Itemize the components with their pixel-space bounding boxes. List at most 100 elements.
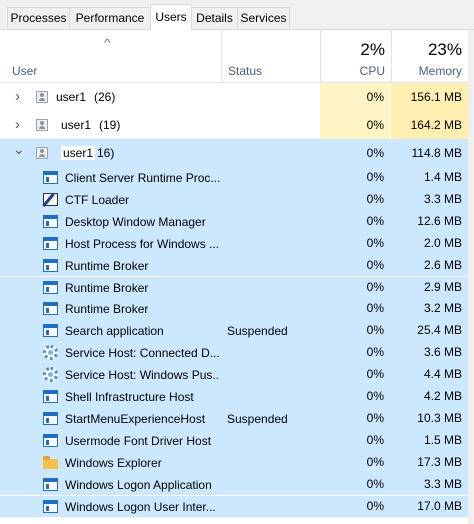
process-row[interactable]: Shell Infrastructure Host 0% 4.2 MB [0, 386, 474, 408]
memory-value: 1.4 MB [423, 170, 462, 184]
memory-value: 164.2 MB [391, 111, 468, 139]
tab-bar: Processes Performance Users Details Serv… [0, 0, 474, 30]
tab-users[interactable]: Users [150, 4, 192, 30]
process-name: Client Server Runtime Proc... [65, 171, 220, 185]
memory-value: 25.4 MB [417, 323, 462, 338]
cpu-value: 0% [366, 235, 384, 250]
cpu-value: 0% [366, 301, 384, 316]
memory-value: 156.1 MB [391, 83, 468, 111]
process-row[interactable]: StartMenuExperienceHost Suspended 0% 10.3 M… [0, 407, 474, 430]
tab-details[interactable]: Details [191, 7, 238, 28]
process-row[interactable]: Desktop Window Manager 0% 12.6 MB [0, 210, 474, 233]
memory-total-percent: 23% [427, 40, 462, 59]
process-name: Windows Logon User Inter... [65, 499, 216, 514]
user-row[interactable]: › user1 (26) 0% 156.1 MB [0, 83, 474, 111]
window-icon [43, 324, 58, 338]
user-column-label: User [12, 64, 38, 78]
process-status: Suspended [227, 324, 288, 339]
cpu-value: 0% [366, 213, 384, 228]
status-column-header[interactable]: Status [222, 30, 320, 82]
vertical-scrollbar[interactable] [468, 30, 474, 524]
user-icon [36, 119, 48, 131]
process-row[interactable]: Service Host: Windows Pus... 0% 4.4 MB [0, 364, 474, 386]
tab-processes[interactable]: Processes [7, 7, 70, 28]
window-icon [43, 171, 58, 184]
cpu-value: 0% [366, 498, 384, 513]
user-name: user1 [56, 90, 87, 104]
user-icon [36, 147, 48, 159]
process-name: Windows Logon Application [65, 477, 212, 492]
cpu-value: 0% [366, 454, 384, 469]
tab-services[interactable]: Services [237, 7, 290, 28]
user-row[interactable]: ⌄ user1 16) 0% 114.8 MB [0, 139, 474, 167]
memory-value: 114.8 MB [391, 139, 468, 167]
cpu-total-percent: 2% [360, 40, 385, 59]
memory-value: 17.0 MB [417, 498, 462, 513]
process-name: Windows Explorer [65, 455, 162, 470]
window-icon [43, 280, 58, 294]
process-row[interactable]: Runtime Broker 0% 2.9 MB [0, 276, 474, 299]
status-column-label: Status [228, 64, 263, 78]
memory-value: 3.2 MB [423, 301, 462, 316]
process-name: Service Host: Connected D... [65, 346, 220, 361]
process-row[interactable]: Windows Logon User Inter... 0% 17.0 MB [0, 495, 474, 518]
process-row[interactable]: Host Process for Windows ... 0% 2.0 MB [0, 232, 474, 255]
memory-value: 1.5 MB [423, 432, 462, 447]
memory-value: 12.6 MB [417, 213, 462, 228]
folder-icon [43, 455, 58, 469]
cpu-column-header[interactable]: 2% CPU [321, 30, 391, 82]
process-row[interactable]: CTF Loader 0% 3.3 MB [0, 188, 474, 211]
user-column-header[interactable]: ^ User [0, 30, 221, 82]
process-row[interactable]: Windows Explorer 0% 17.3 MB [0, 451, 474, 474]
process-row[interactable]: Usermode Font Driver Host 0% 1.5 MB [0, 429, 474, 452]
process-row[interactable]: Client Server Runtime Proc... 0% 1.4 MB [0, 167, 474, 189]
cpu-value: 0% [366, 191, 384, 206]
cpu-value: 0% [366, 367, 384, 382]
sort-ascending-icon: ^ [104, 38, 111, 49]
memory-value: 2.6 MB [423, 257, 462, 272]
memory-value: 10.3 MB [417, 410, 462, 425]
chevron-right-icon[interactable]: › [15, 88, 20, 105]
column-header-row: ^ User Status 2% CPU 23% Memory [0, 30, 474, 83]
process-name: Runtime Broker [65, 280, 149, 295]
cpu-value: 0% [366, 389, 384, 403]
process-row[interactable]: Runtime Broker 0% 3.2 MB [0, 298, 474, 321]
window-icon [43, 411, 58, 425]
pen-icon [43, 192, 58, 206]
user-process-count: (26) [94, 90, 116, 104]
process-row[interactable]: Runtime Broker 0% 2.6 MB [0, 254, 474, 277]
process-row[interactable]: Service Host: Connected D... 0% 3.6 MB [0, 342, 474, 365]
cpu-value: 0% [366, 432, 384, 447]
process-row[interactable]: Search application Suspended 0% 25.4 MB [0, 320, 474, 343]
tab-performance[interactable]: Performance [69, 7, 151, 28]
process-name: Runtime Broker [65, 258, 149, 273]
cpu-value: 0% [366, 323, 384, 338]
process-name: Desktop Window Manager [65, 214, 206, 229]
memory-value: 17.3 MB [417, 454, 462, 469]
window-icon [43, 236, 58, 250]
window-icon [43, 302, 58, 316]
memory-value: 3.3 MB [423, 476, 462, 491]
process-status: Suspended [227, 411, 288, 426]
user-name: user1 [61, 118, 92, 132]
window-icon [43, 258, 58, 272]
chevron-right-icon[interactable]: › [15, 116, 20, 133]
process-name: Search application [65, 324, 164, 339]
cpu-value: 0% [320, 139, 390, 167]
process-name: CTF Loader [65, 192, 130, 207]
chevron-down-icon[interactable]: ⌄ [13, 141, 25, 158]
memory-value: 3.6 MB [423, 345, 462, 360]
gear-icon [43, 367, 58, 383]
process-name: Service Host: Windows Pus... [65, 368, 220, 383]
cpu-value: 0% [366, 170, 384, 184]
window-icon [43, 433, 58, 447]
user-icon [36, 91, 48, 103]
memory-value: 3.3 MB [423, 191, 462, 206]
user-name: user1 [61, 146, 96, 160]
process-row[interactable]: Windows Logon Application 0% 3.3 MB [0, 473, 474, 496]
cpu-value: 0% [366, 279, 384, 294]
memory-column-header[interactable]: 23% Memory [392, 30, 468, 82]
user-row[interactable]: › user1 (19) 0% 164.2 MB [0, 111, 474, 139]
user-process-count: 16) [97, 146, 115, 160]
user-process-count: (19) [99, 118, 121, 132]
